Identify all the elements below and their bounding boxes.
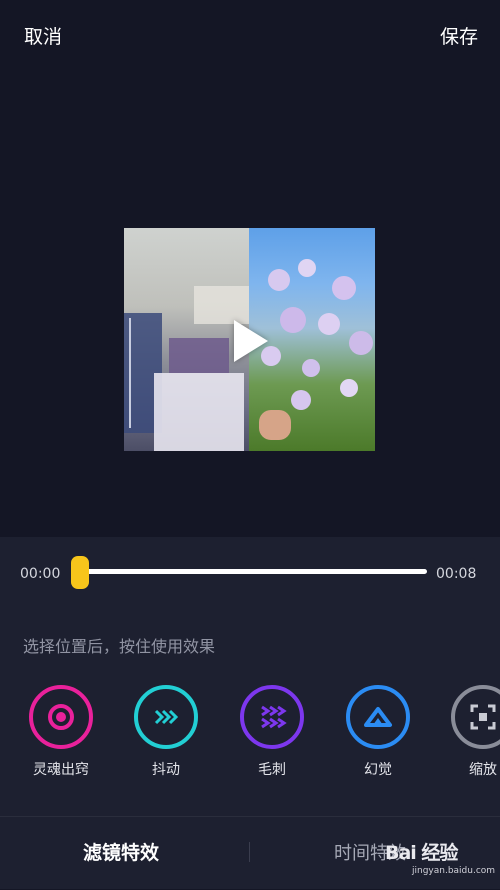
- soul-icon: [29, 685, 93, 749]
- glitch-icon: [240, 685, 304, 749]
- illusion-icon: [346, 685, 410, 749]
- cancel-button[interactable]: 取消: [24, 22, 62, 49]
- effect-zoom[interactable]: 缩放: [446, 685, 500, 779]
- timeline-track[interactable]: [80, 569, 427, 574]
- effect-label: 幻觉: [364, 762, 392, 778]
- save-button[interactable]: 保存: [440, 22, 478, 49]
- watermark-logo: Bai 经验: [385, 842, 458, 864]
- effect-illusion[interactable]: 幻觉: [341, 685, 415, 779]
- current-time: 00:00: [20, 566, 61, 582]
- video-left-frame: [124, 228, 249, 451]
- tab-divider: [249, 842, 250, 862]
- total-time: 00:08: [436, 566, 477, 582]
- effect-label: 缩放: [469, 762, 497, 778]
- play-icon[interactable]: [234, 320, 268, 362]
- shake-icon: [134, 685, 198, 749]
- effect-label: 毛刺: [258, 762, 286, 778]
- effect-label: 抖动: [152, 762, 180, 778]
- watermark-url: jingyan.baidu.com: [412, 866, 496, 876]
- zoom-icon: [451, 685, 500, 749]
- effect-shake[interactable]: 抖动: [129, 685, 203, 779]
- tab-filter-effects[interactable]: 滤镜特效: [83, 838, 159, 865]
- video-preview[interactable]: [124, 228, 375, 451]
- effect-label: 灵魂出窍: [33, 762, 89, 778]
- effect-soul[interactable]: 灵魂出窍: [24, 685, 98, 779]
- effect-glitch[interactable]: 毛刺: [235, 685, 309, 779]
- timeline-handle[interactable]: [71, 556, 89, 589]
- hint-text: 选择位置后，按住使用效果: [23, 637, 216, 656]
